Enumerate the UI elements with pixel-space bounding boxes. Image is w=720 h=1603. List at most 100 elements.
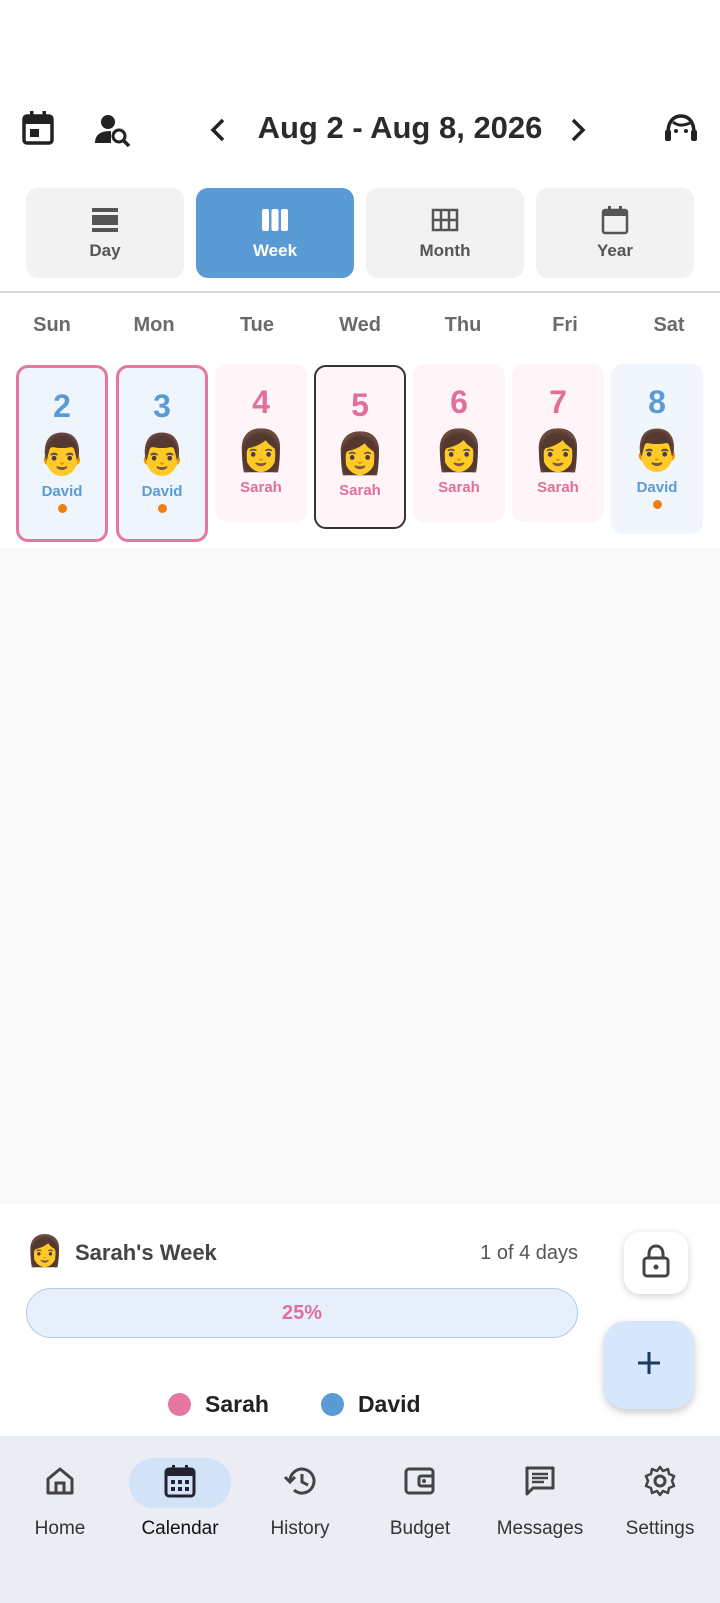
weekday-mon: Mon — [133, 314, 175, 336]
day-number: 6 — [450, 384, 468, 420]
weekday-thu: Thu — [444, 314, 482, 336]
view-tabs: Day Week Month Year — [26, 188, 694, 278]
events-area — [0, 548, 720, 1204]
bottom-navigation: Home Calendar History Budget Messages Se… — [0, 1436, 720, 1603]
nav-settings-pill — [609, 1458, 711, 1508]
progress-percent: 25% — [281, 1301, 323, 1324]
legend-label: Sarah — [205, 1390, 269, 1417]
nav-history-pill — [249, 1458, 351, 1508]
day-cell[interactable]: 8 👨 David — [611, 364, 703, 534]
parent-avatar: 👩 — [335, 431, 385, 477]
legend-label: David — [357, 1390, 421, 1417]
weekday-fri: Fri — [552, 314, 578, 336]
parent-name: David — [141, 483, 183, 500]
nav-budget[interactable]: Budget — [360, 1458, 480, 1558]
settings-icon — [643, 1464, 677, 1503]
home-icon — [44, 1466, 76, 1501]
day-cell[interactable]: 2 👨 David — [16, 365, 108, 542]
summary-title: Sarah's Week — [75, 1240, 217, 1265]
tab-month-label: Month — [419, 241, 471, 260]
day-number: 7 — [549, 384, 567, 420]
event-dot — [57, 504, 67, 513]
legend-item-sarah: Sarah — [168, 1391, 269, 1418]
nav-calendar-pill — [129, 1458, 231, 1508]
plus-icon — [636, 1350, 662, 1381]
tab-day[interactable]: Day — [26, 188, 184, 278]
calendar-header: Aug 2 - Aug 8, 2026 — [0, 100, 720, 162]
day-number: 3 — [153, 388, 171, 424]
nav-label: Messages — [496, 1518, 584, 1539]
nav-label: History — [270, 1518, 330, 1539]
parent-name: David — [41, 483, 83, 500]
nav-history[interactable]: History — [240, 1458, 360, 1558]
view-day-icon — [90, 205, 120, 235]
parent-name: Sarah — [438, 479, 480, 496]
day-cell[interactable]: 4 👩 Sarah — [215, 364, 307, 522]
calendar-today-icon[interactable] — [16, 106, 60, 150]
weekday-sat: Sat — [653, 314, 685, 336]
nav-calendar[interactable]: Calendar — [120, 1458, 240, 1558]
day-cell[interactable]: 7 👩 Sarah — [512, 364, 604, 522]
nav-budget-pill — [369, 1458, 471, 1508]
parent-name: Sarah — [240, 479, 282, 496]
weekday-wed: Wed — [339, 314, 381, 336]
message-icon — [524, 1465, 556, 1502]
parent-avatar: 👩 — [533, 428, 583, 474]
add-event-button[interactable] — [604, 1321, 694, 1409]
lock-button[interactable] — [624, 1232, 688, 1294]
nav-home[interactable]: Home — [0, 1458, 120, 1558]
calendar-icon — [600, 205, 630, 235]
tab-year-label: Year — [597, 241, 633, 260]
week-day-cells: 2 👨 David 3 👨 David 4 👩 Sarah 5 👩 Sarah … — [0, 364, 720, 544]
event-dot — [157, 504, 167, 513]
app-screen: Aug 2 - Aug 8, 2026 Day Week Month Year … — [0, 0, 720, 1603]
day-number: 2 — [53, 388, 71, 424]
support-agent-icon[interactable] — [659, 108, 703, 152]
nav-messages[interactable]: Messages — [480, 1458, 600, 1558]
chevron-left-icon[interactable] — [196, 108, 240, 152]
nav-label: Home — [34, 1518, 86, 1539]
legend-dot-david — [320, 1392, 344, 1416]
nav-label: Budget — [389, 1518, 451, 1539]
lock-icon — [642, 1243, 670, 1283]
summary-day-count: 1 of 4 days — [480, 1242, 578, 1264]
tab-week[interactable]: Week — [196, 188, 354, 278]
day-number: 8 — [648, 384, 666, 420]
event-dot — [652, 500, 662, 509]
legend-item-david: David — [320, 1390, 421, 1418]
nav-label: Settings — [625, 1518, 695, 1539]
parent-name: Sarah — [537, 479, 579, 496]
person-search-icon[interactable] — [92, 108, 136, 152]
chevron-right-icon[interactable] — [556, 108, 600, 152]
calendar-month-icon — [164, 1464, 196, 1503]
parent-avatar: 👨 — [632, 428, 682, 474]
summary-avatar: 👩 — [26, 1234, 64, 1269]
legend-dot-sarah — [168, 1392, 191, 1416]
day-cell[interactable]: 3 👨 David — [116, 365, 208, 542]
parent-avatar: 👨 — [37, 432, 87, 478]
legend: Sarah David — [168, 1388, 473, 1420]
nav-messages-pill — [489, 1458, 591, 1508]
view-week-icon — [260, 205, 290, 235]
tab-year[interactable]: Year — [536, 188, 694, 278]
tab-day-label: Day — [89, 241, 121, 260]
day-number: 4 — [252, 384, 270, 420]
parent-avatar: 👩 — [434, 428, 484, 474]
view-month-icon — [430, 205, 460, 235]
parent-avatar: 👨 — [137, 432, 187, 478]
day-cell-today[interactable]: 5 👩 Sarah — [314, 365, 406, 529]
day-cell[interactable]: 6 👩 Sarah — [413, 364, 505, 522]
nav-home-pill — [9, 1458, 111, 1508]
weekday-sun: Sun — [33, 314, 71, 336]
history-icon — [283, 1465, 317, 1502]
tab-month[interactable]: Month — [366, 188, 524, 278]
parent-avatar: 👩 — [236, 428, 286, 474]
custody-progress-bar: 25% — [26, 1288, 578, 1338]
date-range-title: Aug 2 - Aug 8, 2026 — [257, 110, 543, 145]
weekday-tue: Tue — [239, 314, 275, 336]
parent-name: David — [636, 479, 678, 496]
wallet-icon — [404, 1466, 436, 1501]
nav-settings[interactable]: Settings — [600, 1458, 720, 1558]
parent-name: Sarah — [339, 482, 381, 499]
tabs-divider — [0, 291, 720, 293]
